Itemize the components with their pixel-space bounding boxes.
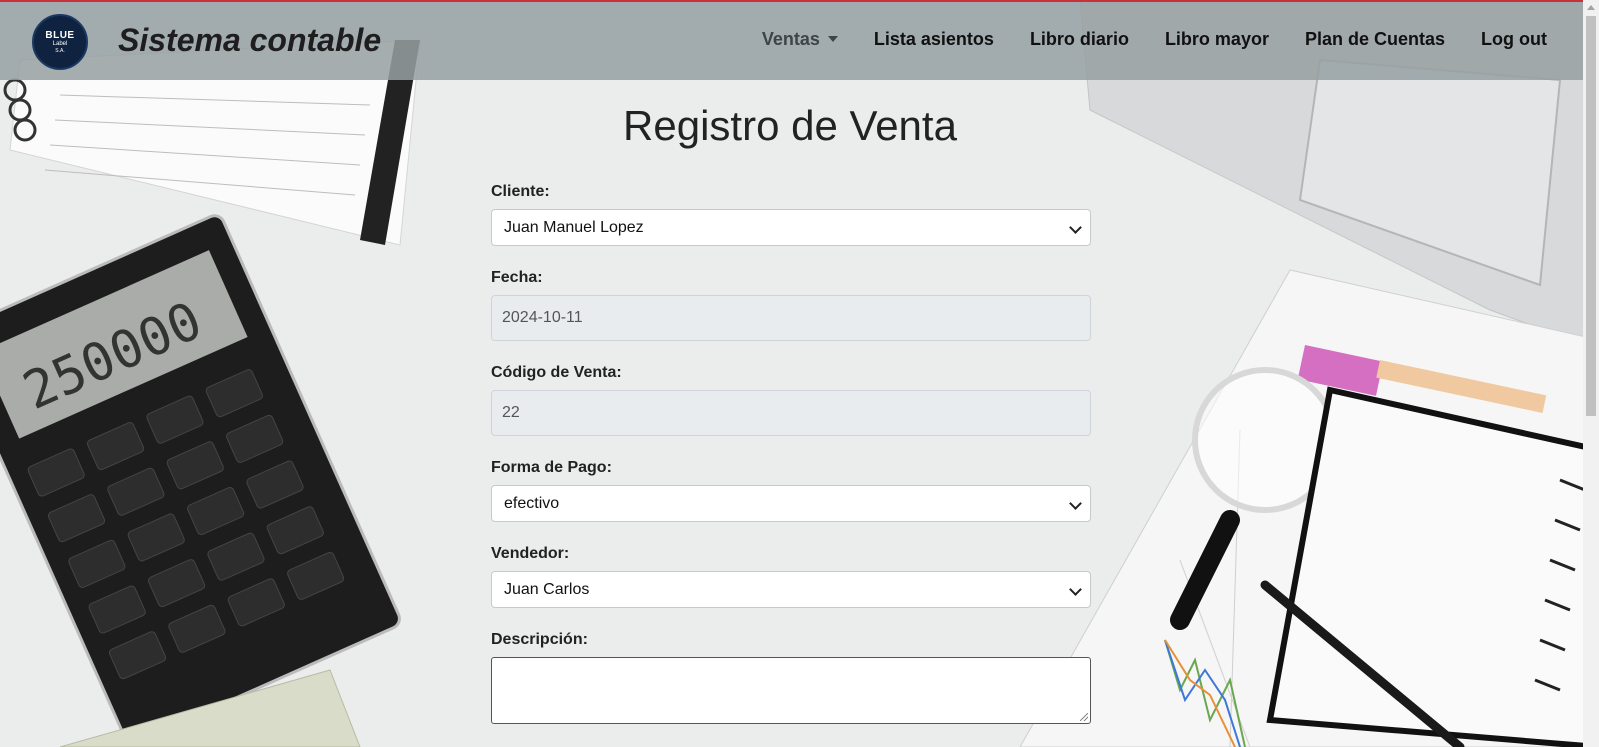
logo-text-sa: S.A.: [55, 47, 65, 54]
forma-pago-select[interactable]: efectivo: [491, 485, 1091, 522]
descripcion-label: Descripción:: [491, 631, 588, 648]
fecha-value: 2024-10-11: [502, 309, 583, 326]
main-nav: Ventas Lista asientos Libro diario Libro…: [762, 29, 1547, 50]
caret-down-icon: [827, 36, 838, 42]
logo-text-blue: BLUE: [45, 29, 75, 41]
nav-logout[interactable]: Log out: [1481, 29, 1547, 50]
nav-libro-diario[interactable]: Libro diario: [1030, 29, 1129, 50]
cliente-selected-value: Juan Manuel Lopez: [504, 219, 644, 236]
fecha-label: Fecha:: [491, 269, 543, 286]
forma-pago-label: Forma de Pago:: [491, 459, 612, 476]
navbar: BLUE Label S.A. Sistema contable Ventas …: [0, 2, 1583, 80]
chevron-down-icon: [1069, 583, 1082, 596]
vendedor-label: Vendedor:: [491, 545, 570, 562]
codigo-venta-value: 22: [502, 404, 520, 421]
nav-ventas-label: Ventas: [761, 29, 820, 49]
nav-ventas-dropdown[interactable]: Ventas: [762, 29, 838, 50]
codigo-venta-input[interactable]: 22: [491, 390, 1091, 436]
nav-lista-asientos[interactable]: Lista asientos: [874, 29, 994, 50]
forma-pago-selected-value: efectivo: [504, 495, 560, 512]
vendedor-select[interactable]: Juan Carlos: [491, 571, 1091, 608]
cliente-select[interactable]: Juan Manuel Lopez: [491, 209, 1091, 246]
spiral-notebook-image: [1266, 386, 1599, 747]
app-brand-title[interactable]: Sistema contable: [118, 22, 381, 59]
nav-plan-cuentas[interactable]: Plan de Cuentas: [1305, 29, 1445, 50]
vendedor-selected-value: Juan Carlos: [504, 581, 590, 598]
scroll-thumb[interactable]: [1586, 16, 1596, 416]
chevron-down-icon: [1069, 497, 1082, 510]
descripcion-textarea[interactable]: [491, 657, 1091, 724]
page-title: Registro de Venta: [623, 102, 957, 149]
scroll-up-arrow-icon[interactable]: [1587, 5, 1595, 10]
cliente-label: Cliente:: [491, 183, 550, 200]
page-scrollbar[interactable]: [1583, 0, 1599, 747]
codigo-venta-label: Código de Venta:: [491, 364, 622, 381]
company-logo[interactable]: BLUE Label S.A.: [32, 14, 88, 70]
fecha-input[interactable]: 2024-10-11: [491, 295, 1091, 341]
chevron-down-icon: [1069, 221, 1082, 234]
resize-handle-icon[interactable]: [1080, 713, 1088, 721]
nav-libro-mayor[interactable]: Libro mayor: [1165, 29, 1269, 50]
logo-text-label: Label: [52, 40, 68, 47]
